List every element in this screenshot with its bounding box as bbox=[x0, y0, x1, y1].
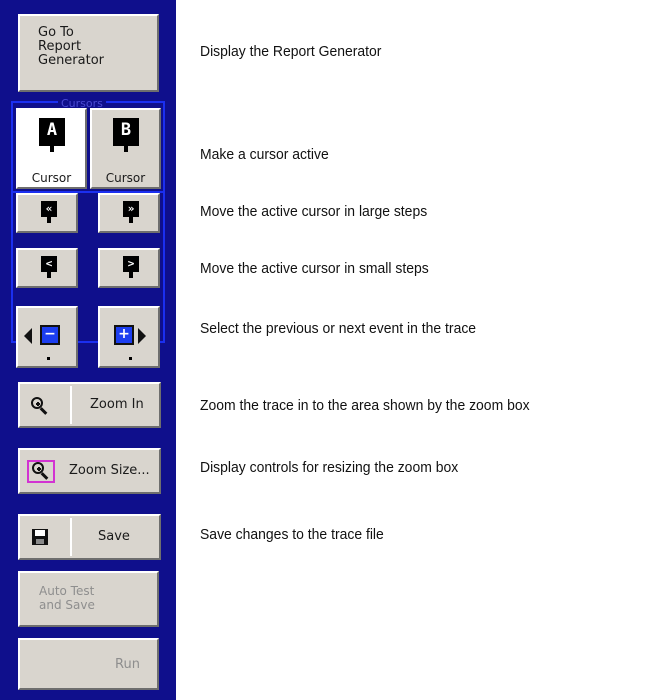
magnifier-plus-icon bbox=[30, 396, 50, 416]
trace-control-panel: Go To Report Generator Cursors A Cursor … bbox=[0, 0, 176, 700]
large-step-left-button[interactable]: « bbox=[16, 193, 78, 233]
previous-event-button[interactable]: − bbox=[16, 306, 78, 368]
go-to-report-label: Go To Report Generator bbox=[38, 25, 105, 68]
chevron-left-icon: < bbox=[41, 256, 57, 272]
small-step-left-button[interactable]: < bbox=[16, 248, 78, 288]
triangle-right-icon bbox=[138, 328, 146, 344]
triangle-left-icon bbox=[24, 328, 32, 344]
small-step-right-button[interactable]: > bbox=[98, 248, 160, 288]
run-label: Run bbox=[115, 657, 140, 672]
description-zoom-size: Display controls for resizing the zoom b… bbox=[200, 459, 459, 476]
save-button[interactable]: Save bbox=[18, 514, 161, 560]
run-button[interactable]: Run bbox=[18, 638, 159, 690]
auto-test-and-save-button[interactable]: Auto Test and Save bbox=[18, 571, 159, 627]
zoom-in-label: Zoom In bbox=[90, 397, 144, 412]
save-label: Save bbox=[98, 529, 130, 544]
description-report: Display the Report Generator bbox=[200, 43, 382, 60]
zoom-size-button[interactable]: Zoom Size... bbox=[18, 448, 161, 494]
cursor-a-icon: A bbox=[39, 118, 65, 146]
chevron-right-icon: > bbox=[123, 256, 139, 272]
go-to-report-generator-button[interactable]: Go To Report Generator bbox=[18, 14, 159, 92]
description-zoom-in: Zoom the trace in to the area shown by t… bbox=[200, 397, 530, 414]
zoom-size-label: Zoom Size... bbox=[69, 463, 150, 478]
double-chevron-right-icon: » bbox=[123, 201, 139, 217]
description-save: Save changes to the trace file bbox=[200, 526, 384, 543]
description-large-steps: Move the active cursor in large steps bbox=[200, 203, 428, 220]
description-small-steps: Move the active cursor in small steps bbox=[200, 260, 429, 277]
magnifier-box-icon bbox=[31, 461, 51, 481]
next-event-button[interactable]: + bbox=[98, 306, 160, 368]
description-event: Select the previous or next event in the… bbox=[200, 320, 477, 337]
zoom-in-button[interactable]: Zoom In bbox=[18, 382, 161, 428]
cursor-b-icon: B bbox=[113, 118, 139, 146]
floppy-disk-icon bbox=[32, 529, 48, 545]
minus-box-icon: − bbox=[40, 325, 60, 345]
plus-box-icon: + bbox=[114, 325, 134, 345]
double-chevron-left-icon: « bbox=[41, 201, 57, 217]
large-step-right-button[interactable]: » bbox=[98, 193, 160, 233]
auto-test-label: Auto Test and Save bbox=[39, 584, 95, 612]
cursor-a-label: Cursor bbox=[31, 171, 72, 185]
cursor-b-button[interactable]: B Cursor bbox=[90, 108, 161, 189]
cursor-b-label: Cursor bbox=[105, 171, 146, 185]
cursor-a-button[interactable]: A Cursor bbox=[16, 108, 87, 189]
description-cursor-active: Make a cursor active bbox=[200, 146, 329, 163]
